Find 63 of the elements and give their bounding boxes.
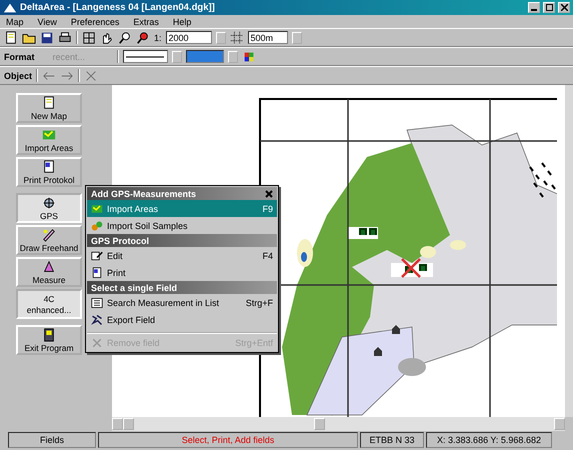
new-file-icon[interactable]	[4, 30, 18, 44]
menu-item[interactable]: Help	[170, 16, 194, 26]
print-icon	[42, 160, 56, 174]
exit-icon	[42, 328, 56, 342]
samples-icon	[91, 220, 103, 232]
object-label: Object	[4, 70, 32, 80]
sidebar-button[interactable]: Exit Program	[16, 325, 82, 355]
menu-item[interactable]: Search Measurement in List Strg+F	[87, 294, 277, 311]
sidebar-button[interactable]: New Map	[16, 93, 82, 123]
menu-section-header: GPS Protocol	[87, 234, 277, 247]
zoom-icon[interactable]	[118, 30, 132, 44]
menu-item[interactable]: Import Areas F9	[87, 200, 277, 217]
close-button[interactable]	[558, 2, 570, 13]
menu-item[interactable]: Print	[87, 264, 277, 281]
menu-section-header: Select a single Field	[87, 281, 277, 294]
print-icon	[91, 266, 103, 278]
menu-item[interactable]: Extras	[131, 16, 161, 26]
sidebar-button[interactable]: 4C enhanced...	[16, 289, 82, 319]
window-title: DeltaArea - [Langeness 04 [Langen04.dgk]]	[20, 2, 216, 13]
edit-icon	[91, 250, 103, 262]
menu-item[interactable]: Preferences	[68, 16, 122, 26]
palette-icon[interactable]	[242, 50, 256, 64]
menu-item[interactable]: View	[36, 16, 59, 26]
print-icon[interactable]	[58, 30, 72, 44]
scale-label: 1:	[154, 32, 162, 42]
menu-item[interactable]: Export Field	[87, 311, 277, 328]
page-icon	[42, 96, 56, 110]
status-panel: Fields	[8, 432, 96, 448]
vertical-scrollbar[interactable]	[565, 85, 573, 417]
scale-field[interactable]: 2000	[166, 31, 212, 44]
hand-icon[interactable]	[100, 30, 114, 44]
minimize-button[interactable]	[528, 2, 540, 13]
sidebar-button[interactable]: Print Protokol	[16, 157, 82, 187]
save-icon[interactable]	[40, 30, 54, 44]
menu-item[interactable]: Edit F4	[87, 247, 277, 264]
color-field[interactable]	[186, 50, 224, 63]
line-style-icon	[126, 56, 164, 58]
line-style-field[interactable]	[122, 50, 168, 63]
menu-item[interactable]: Map	[4, 16, 26, 26]
sidebar-button[interactable]: Draw Freehand	[16, 225, 82, 255]
close-icon[interactable]	[265, 190, 273, 198]
remove-icon	[91, 336, 103, 348]
status-panel: X: 3.383.686 Y: 5.968.682	[426, 432, 552, 448]
maximize-button[interactable]	[543, 2, 555, 13]
menu-item[interactable]: Import Soil Samples	[87, 217, 277, 234]
sidebar-button[interactable]: GPS	[16, 193, 82, 223]
sidebar-button[interactable]: Measure	[16, 257, 82, 287]
zoom-in-icon[interactable]	[136, 30, 150, 44]
grid-size-field[interactable]: 500m	[248, 31, 288, 44]
triangle-icon	[42, 260, 56, 274]
grid-icon[interactable]	[230, 30, 244, 44]
horizontal-scrollbar[interactable]	[112, 417, 565, 431]
sidebar-button[interactable]: Import Areas	[16, 125, 82, 155]
format-label: Format	[4, 52, 35, 62]
close-icon	[560, 4, 568, 11]
pencil-icon	[42, 228, 56, 242]
maximize-icon	[546, 4, 552, 11]
status-panel: Select, Print, Add fields	[98, 432, 358, 448]
menu-section-header: Add GPS-Measurements	[87, 187, 277, 200]
list-icon	[91, 296, 103, 308]
status-panel: ETBB N 33	[360, 432, 424, 448]
delete-icon[interactable]	[84, 68, 98, 82]
crosshair-icon	[42, 196, 56, 210]
